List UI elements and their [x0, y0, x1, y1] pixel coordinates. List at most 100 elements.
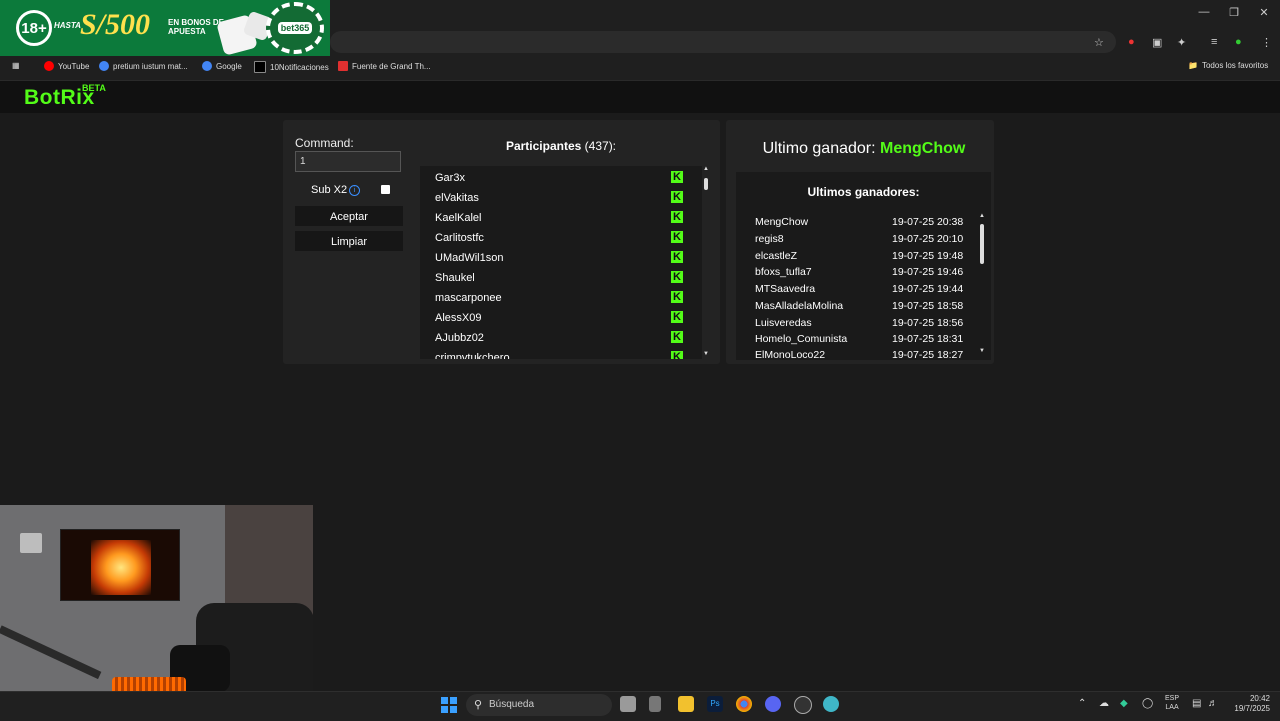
- x-icon: [254, 61, 266, 73]
- volume-icon[interactable]: ♬: [1208, 698, 1218, 709]
- participant-name: UMadWil1son: [435, 252, 504, 264]
- bookmark-youtube[interactable]: YouTube: [44, 61, 89, 71]
- winner-name: elcastleZ: [755, 250, 798, 262]
- participant-name: Shaukel: [435, 272, 475, 284]
- language-indicator[interactable]: ESP LAA: [1165, 694, 1179, 712]
- all-bookmarks[interactable]: 📁 Todos los favoritos: [1188, 61, 1268, 70]
- participant-name: mascarponee: [435, 292, 502, 304]
- sub-x2-label: Sub X2: [311, 184, 348, 196]
- bookmark-fuente[interactable]: Fuente de Grand Th...: [338, 61, 431, 71]
- extension-red-icon[interactable]: ●: [1128, 36, 1135, 48]
- kick-icon: K: [671, 311, 683, 323]
- command-input[interactable]: [295, 151, 401, 172]
- winner-name: regis8: [755, 233, 784, 245]
- puzzle-icon[interactable]: ✦: [1177, 36, 1186, 49]
- participant-name: Gar3x: [435, 172, 465, 184]
- menu-dots-icon[interactable]: ⋮: [1261, 36, 1272, 49]
- participant-name: AJubbz02: [435, 332, 484, 344]
- participants-list[interactable]: Gar3x K elVakitas K KaelKalel K Carlitostfc…: [420, 166, 702, 359]
- google-icon: [202, 61, 212, 71]
- age-badge: 18+: [16, 10, 52, 46]
- scroll-thumb[interactable]: [980, 224, 984, 264]
- shield-icon[interactable]: ◆: [1120, 698, 1128, 709]
- winner-date: 19-07-25 18:27: [892, 349, 964, 359]
- participant-name: elVakitas: [435, 192, 479, 204]
- winner-date: 19-07-25 19:48: [892, 250, 964, 262]
- winner-name: MengChow: [755, 216, 809, 228]
- fireplace-image: [91, 540, 151, 595]
- restore-icon[interactable]: ❐: [1227, 6, 1241, 19]
- profile-avatar-icon[interactable]: ●: [1235, 36, 1242, 48]
- light-switch: [20, 533, 42, 553]
- winner-date: 19-07-25 20:38: [892, 216, 964, 228]
- winner-name: Luisveredas: [755, 317, 812, 329]
- app-icon[interactable]: [649, 696, 661, 712]
- font-icon: [338, 61, 348, 71]
- ad-banner[interactable]: 18+ HASTA S/500 EN BONOS DE APUESTA bet3…: [0, 0, 330, 56]
- apps-grid-icon[interactable]: ▦: [12, 61, 20, 70]
- search-label: Búsqueda: [489, 699, 535, 710]
- photoshop-icon[interactable]: Ps: [707, 696, 723, 712]
- clear-button[interactable]: Limpiar: [295, 231, 403, 251]
- obs-icon[interactable]: [794, 696, 812, 714]
- winner-name: bfoxs_tufla7: [755, 266, 812, 278]
- kick-icon: K: [671, 191, 683, 203]
- participant-name: KaelKalel: [435, 212, 482, 224]
- winner-date: 19-07-25 18:56: [892, 317, 964, 329]
- windows-start-icon[interactable]: [441, 697, 457, 713]
- address-bar[interactable]: [330, 31, 1116, 53]
- heater: [112, 677, 186, 692]
- participants-title: Participantes (437):: [505, 139, 617, 153]
- discord-icon[interactable]: [765, 696, 781, 712]
- winner-date: 19-07-25 19:46: [892, 266, 964, 278]
- folder-icon: 📁: [1188, 61, 1198, 70]
- sub-x2-checkbox[interactable]: [381, 185, 390, 194]
- participant-name: Carlitostfc: [435, 232, 484, 244]
- tray-chevron-icon[interactable]: ⌃: [1078, 698, 1086, 709]
- participants-scrollbar[interactable]: ▲ ▼: [703, 166, 709, 359]
- taskbar: [0, 691, 1280, 721]
- scroll-up-icon[interactable]: ▲: [979, 213, 985, 219]
- bet365-chip-logo: bet365: [266, 2, 324, 54]
- participant-name: crimpytukchero: [435, 352, 510, 359]
- ad-brand: bet365: [277, 22, 313, 34]
- winner-name: MasAlladelaMolina: [755, 300, 844, 312]
- bookmark-pretium[interactable]: pretium iustum mat...: [99, 61, 188, 71]
- extension-card-icon[interactable]: ▣: [1152, 36, 1162, 49]
- google-icon: [99, 61, 109, 71]
- mic-icon[interactable]: ◯: [1142, 698, 1153, 709]
- youtube-icon: [44, 61, 54, 71]
- search-icon: ⚲: [474, 699, 483, 711]
- last-winner: Ultimo ganador: MengChow: [762, 140, 966, 157]
- close-icon[interactable]: ✕: [1257, 6, 1271, 19]
- reading-list-icon[interactable]: ≡: [1211, 36, 1217, 48]
- winner-date: 19-07-25 18:31: [892, 333, 964, 345]
- cloud-icon[interactable]: ☁: [1099, 698, 1109, 709]
- globe-app-icon[interactable]: [823, 696, 839, 712]
- star-icon[interactable]: ☆: [1094, 36, 1104, 49]
- system-clock[interactable]: 20:42 19/7/2025: [1226, 694, 1270, 714]
- scroll-up-icon[interactable]: ▲: [703, 166, 709, 172]
- chrome-icon[interactable]: [736, 696, 752, 712]
- taskbar-search[interactable]: [466, 694, 612, 716]
- kick-icon: K: [671, 271, 683, 283]
- scroll-down-icon[interactable]: ▼: [979, 348, 985, 354]
- scroll-thumb[interactable]: [704, 178, 708, 190]
- info-icon[interactable]: i: [349, 185, 360, 196]
- bookmark-notificaciones[interactable]: 10Notificaciones: [254, 61, 329, 73]
- minimize-icon[interactable]: —: [1197, 6, 1211, 18]
- kick-icon: K: [671, 291, 683, 303]
- beta-badge: BETA: [82, 83, 106, 93]
- bookmark-google[interactable]: Google: [202, 61, 242, 71]
- tv-screen: [60, 529, 180, 601]
- accept-button[interactable]: Aceptar: [295, 206, 403, 226]
- scroll-down-icon[interactable]: ▼: [703, 351, 709, 357]
- app-header: [0, 81, 1280, 113]
- file-explorer-icon[interactable]: [678, 696, 694, 712]
- network-icon[interactable]: ▤: [1192, 698, 1201, 709]
- kick-icon: K: [671, 331, 683, 343]
- winner-date: 19-07-25 18:58: [892, 300, 964, 312]
- winners-scrollbar[interactable]: ▲ ▼: [979, 213, 985, 357]
- task-view-icon[interactable]: [620, 696, 636, 712]
- bookmarks-bar: ▦ YouTube pretium iustum mat... Google 1…: [0, 56, 1280, 81]
